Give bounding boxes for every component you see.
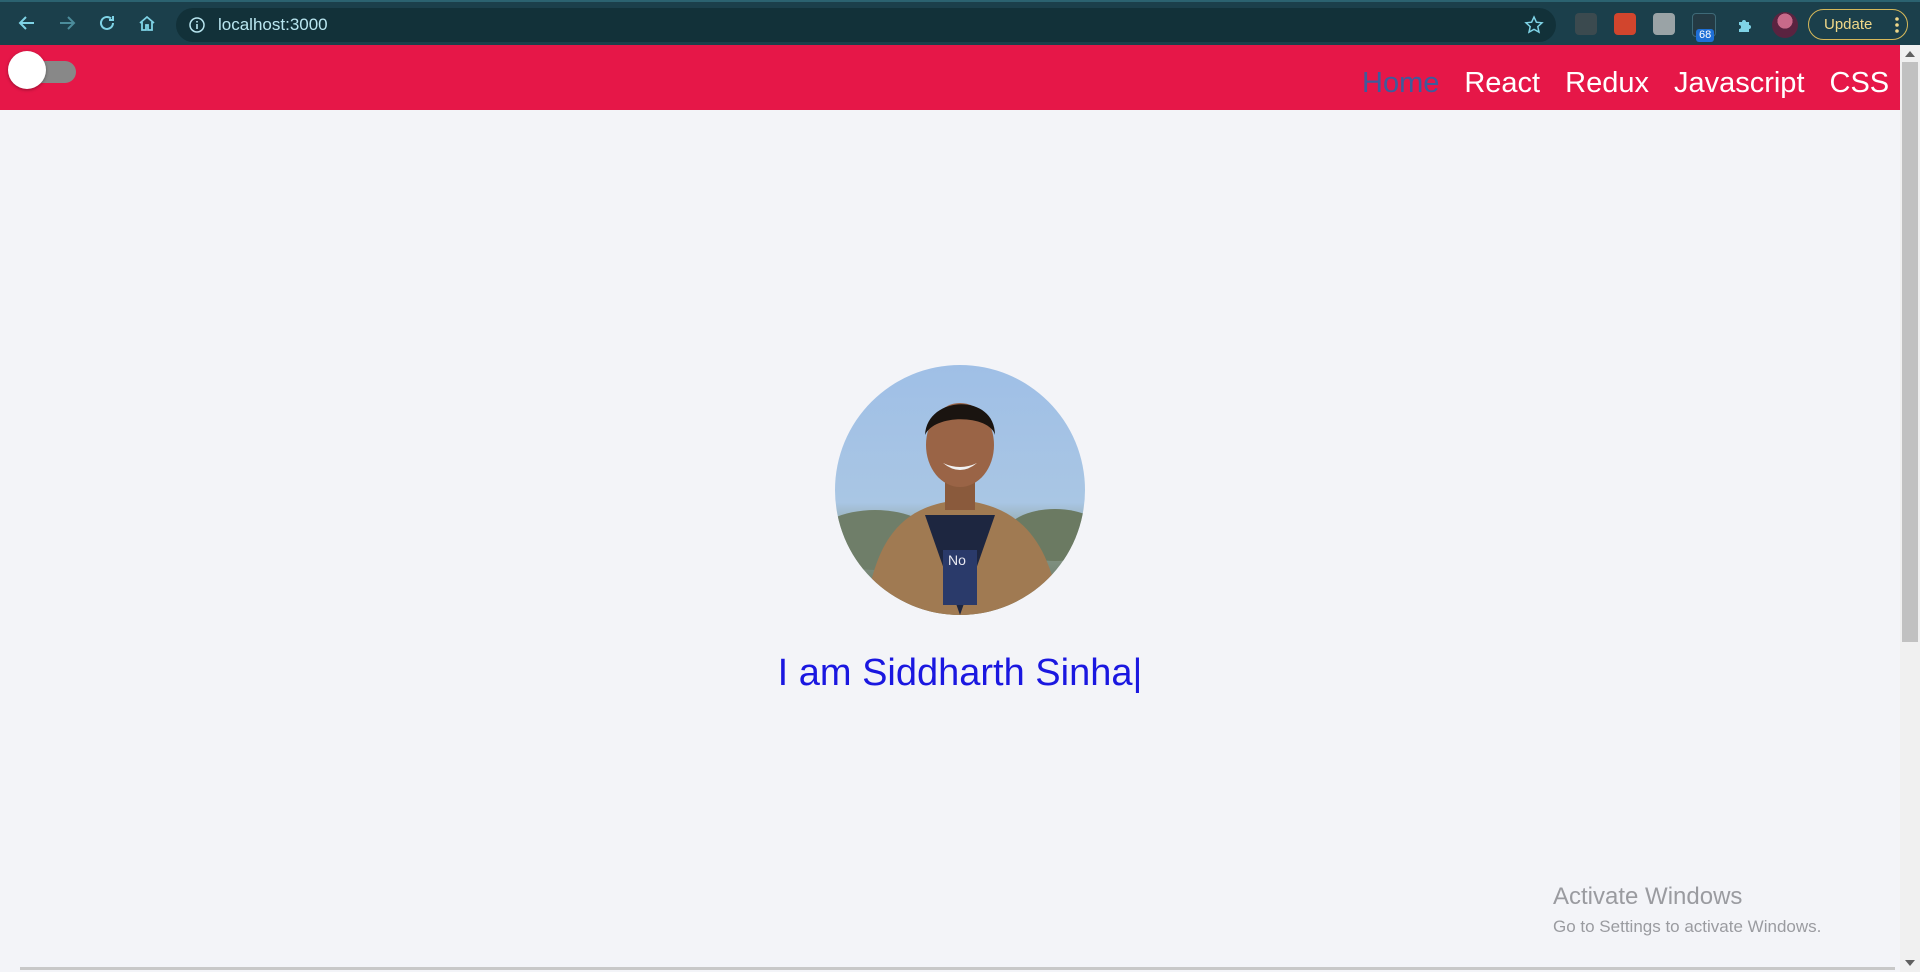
more-vert-icon[interactable]	[1895, 16, 1899, 34]
hero-title: I am Siddharth Sinha|	[0, 652, 1920, 695]
browser-toolbar: localhost:3000 68 Update	[0, 0, 1920, 45]
toggle-knob	[8, 51, 46, 89]
back-arrow-icon[interactable]	[13, 9, 41, 37]
home-icon[interactable]	[133, 9, 161, 37]
profile-avatar[interactable]	[1772, 12, 1798, 38]
update-button-label: Update	[1824, 16, 1873, 33]
nav-link-react[interactable]: React	[1464, 67, 1540, 107]
extension-icon-2[interactable]	[1614, 13, 1636, 35]
forward-arrow-icon[interactable]	[53, 9, 81, 37]
url-text[interactable]: localhost:3000	[218, 8, 328, 42]
nav-link-css[interactable]: CSS	[1830, 67, 1890, 107]
watermark-line2: Go to Settings to activate Windows.	[1553, 917, 1822, 936]
extensions-puzzle-icon[interactable]	[1731, 11, 1759, 39]
hero-title-text: I am Siddharth Sinha	[777, 652, 1133, 694]
activate-windows-watermark: Activate Windows Go to Settings to activ…	[1553, 883, 1821, 937]
extension-badge: 68	[1696, 29, 1715, 42]
nav-link-javascript[interactable]: Javascript	[1674, 67, 1805, 107]
theme-toggle[interactable]	[8, 51, 76, 89]
nav-links: Home React Redux Javascript CSS	[1362, 67, 1900, 107]
typing-cursor: |	[1132, 652, 1143, 694]
extension-icon-1[interactable]	[1575, 13, 1597, 35]
update-button[interactable]: Update	[1808, 9, 1908, 40]
svg-text:No: No	[948, 552, 966, 568]
scroll-down-arrow-icon[interactable]	[1905, 960, 1915, 966]
profile-photo: No	[835, 365, 1085, 615]
watermark-line1: Activate Windows	[1553, 883, 1743, 910]
horizontal-scrollbar[interactable]	[20, 967, 1895, 970]
nav-link-redux[interactable]: Redux	[1565, 67, 1649, 107]
scroll-up-arrow-icon[interactable]	[1905, 51, 1915, 57]
nav-link-home[interactable]: Home	[1362, 67, 1439, 107]
address-bar[interactable]: localhost:3000	[176, 8, 1556, 42]
vertical-scrollbar[interactable]	[1900, 45, 1920, 972]
scrollbar-thumb[interactable]	[1902, 62, 1918, 642]
reload-icon[interactable]	[93, 9, 121, 37]
star-icon[interactable]	[1524, 15, 1544, 35]
info-icon[interactable]	[188, 16, 206, 34]
extension-icon-3[interactable]	[1653, 13, 1675, 35]
navbar: Home React Redux Javascript CSS	[0, 45, 1900, 110]
